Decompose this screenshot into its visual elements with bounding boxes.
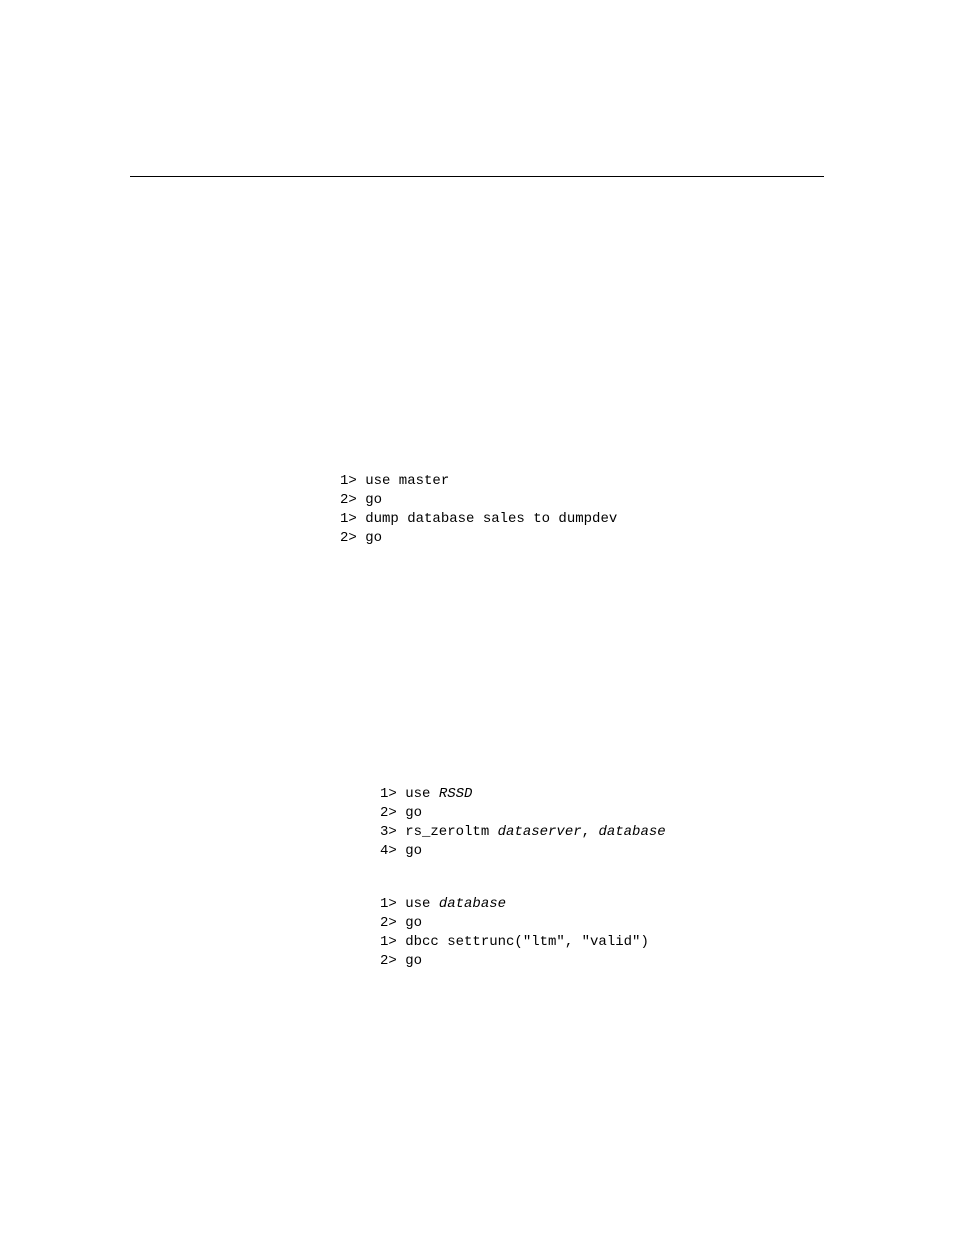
document-page: 1> use master 2> go 1> dump database sal… xyxy=(0,0,954,1235)
code-line-part: 1> use xyxy=(380,896,439,912)
code-italic: dataserver xyxy=(498,824,582,840)
code-line: 2> go xyxy=(340,492,382,508)
code-line: 1> dump database sales to dumpdev xyxy=(340,511,617,527)
header-rule xyxy=(130,176,824,177)
code-italic: database xyxy=(598,824,665,840)
code-line-part: , xyxy=(582,824,599,840)
code-line: 2> go xyxy=(380,953,422,969)
code-italic: database xyxy=(439,896,506,912)
code-line: 2> go xyxy=(380,915,422,931)
code-line-part: 3> rs_zeroltm xyxy=(380,824,498,840)
code-line: 4> go xyxy=(380,843,422,859)
code-block-2: 1> use RSSD 2> go 3> rs_zeroltm dataserv… xyxy=(380,785,840,861)
code-line: 1> dbcc settrunc("ltm", "valid") xyxy=(380,934,649,950)
code-line: 2> go xyxy=(340,530,382,546)
code-line: 1> use master xyxy=(340,473,449,489)
code-block-3: 1> use database 2> go 1> dbcc settrunc("… xyxy=(380,895,840,971)
code-line-part: 1> use xyxy=(380,786,439,802)
code-line: 2> go xyxy=(380,805,422,821)
code-block-1: 1> use master 2> go 1> dump database sal… xyxy=(340,472,800,548)
code-italic: RSSD xyxy=(439,786,473,802)
